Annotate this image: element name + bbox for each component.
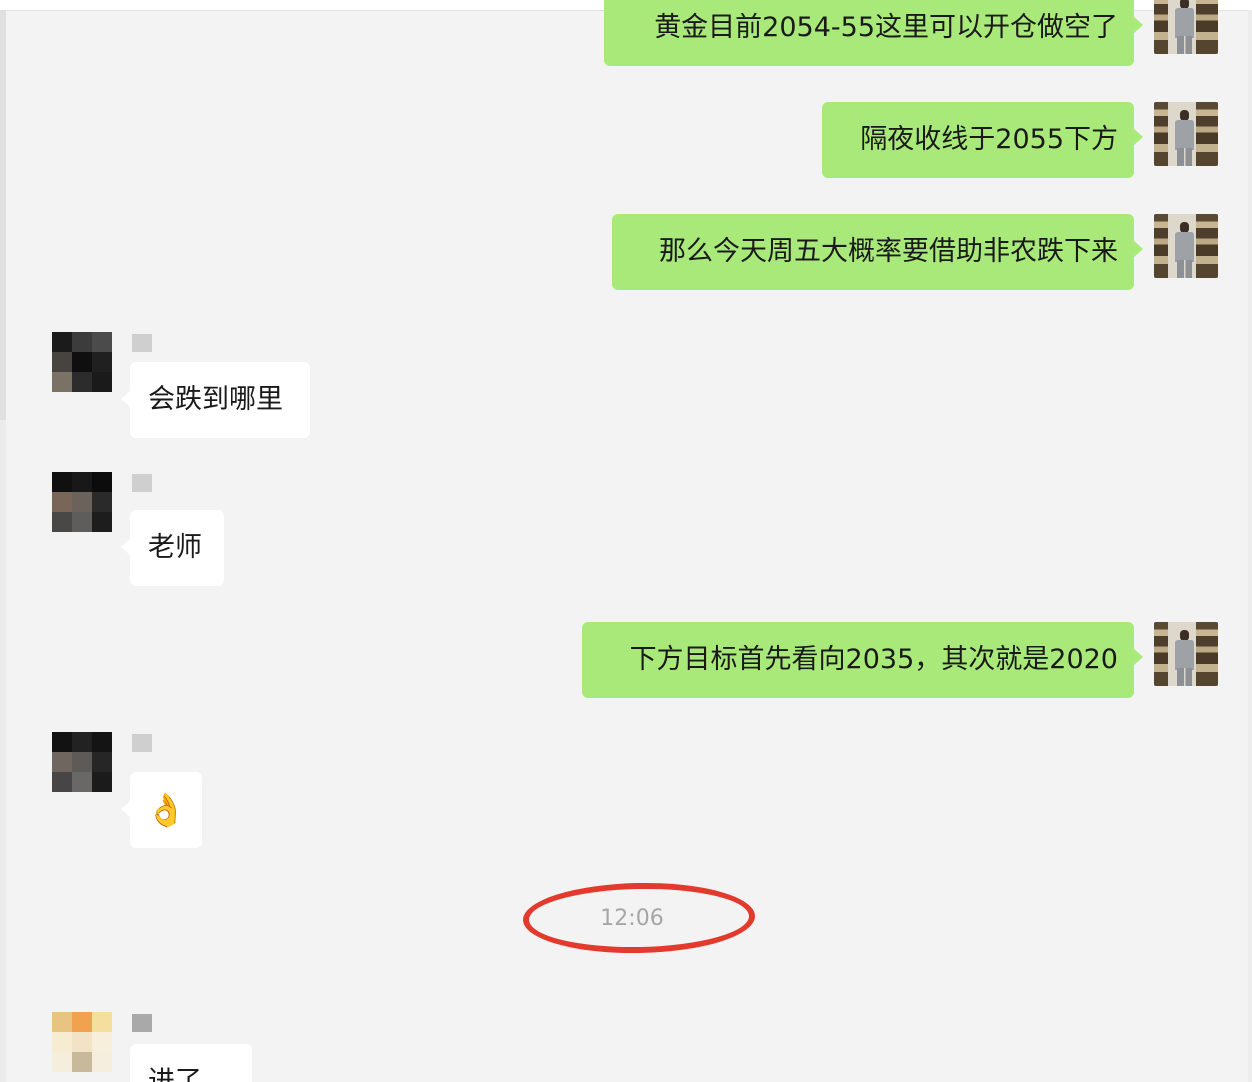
my-avatar[interactable] (1154, 102, 1218, 166)
outgoing-message[interactable]: 黄金目前2054-55这里可以开仓做空了 (604, 0, 1143, 66)
contact-avatar[interactable] (52, 472, 112, 532)
contact-avatar[interactable] (52, 732, 112, 792)
my-avatar[interactable] (1154, 214, 1218, 278)
my-avatar[interactable] (1154, 0, 1218, 54)
my-avatar[interactable] (1154, 622, 1218, 686)
outgoing-message[interactable]: 隔夜收线于2055下方 (822, 102, 1143, 178)
message-text: 老师 (148, 532, 202, 563)
incoming-message[interactable]: 进了 (130, 1044, 252, 1082)
outgoing-message[interactable]: 下方目标首先看向2035，其次就是2020 (582, 622, 1143, 698)
outgoing-message[interactable]: 那么今天周五大概率要借助非农跌下来 (612, 214, 1143, 290)
incoming-message[interactable]: 会跌到哪里 (121, 362, 310, 438)
contact-avatar[interactable] (52, 1012, 112, 1072)
highlight-circle (522, 880, 756, 956)
ok-hand-icon: 👌 (146, 791, 186, 829)
message-text: 那么今天周五大概率要借助非农跌下来 (659, 236, 1118, 267)
contact-name-redacted (132, 734, 152, 752)
message-text: 黄金目前2054-55这里可以开仓做空了 (654, 12, 1118, 43)
left-scroll-track (0, 10, 6, 1082)
contact-name-redacted (132, 474, 152, 492)
incoming-message[interactable]: 👌 (121, 772, 202, 848)
contact-avatar[interactable] (52, 332, 112, 392)
right-edge (1248, 10, 1252, 1082)
contact-name-redacted (132, 1014, 152, 1032)
message-text: 会跌到哪里 (148, 384, 283, 415)
message-text: 进了 (148, 1066, 202, 1082)
incoming-message[interactable]: 老师 (121, 510, 224, 586)
contact-name-redacted (132, 334, 152, 352)
message-text: 隔夜收线于2055下方 (860, 124, 1118, 155)
message-text: 下方目标首先看向2035，其次就是2020 (629, 644, 1118, 675)
scrollbar-thumb[interactable] (0, 10, 6, 420)
